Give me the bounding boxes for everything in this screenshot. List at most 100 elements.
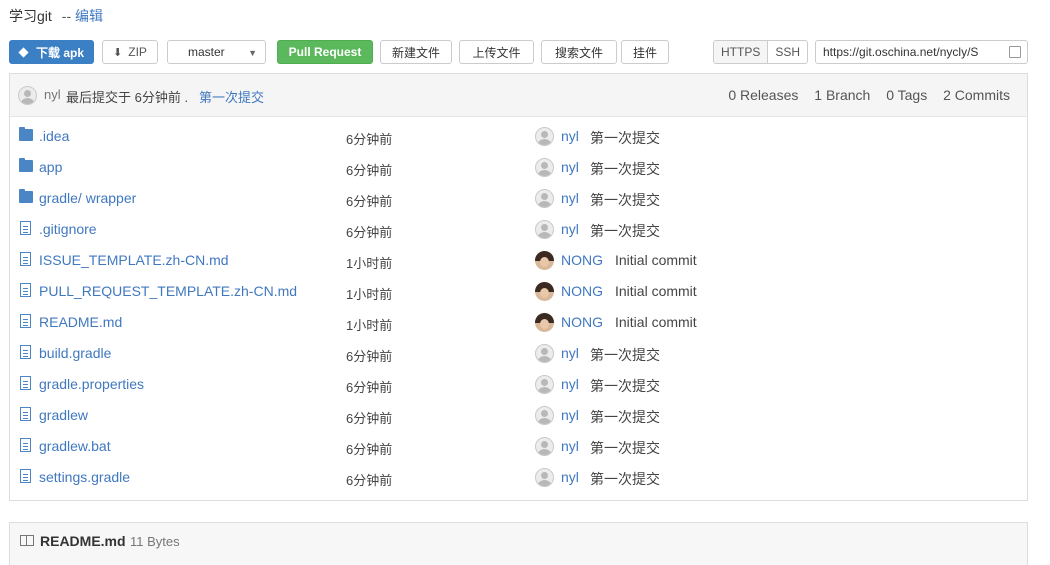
file-commit-message: 第一次提交 — [590, 161, 660, 177]
file-name-link[interactable]: PULL_REQUEST_TEMPLATE.zh-CN.md — [39, 283, 297, 299]
avatar — [535, 468, 554, 487]
readme-size: 11 Bytes — [130, 534, 180, 549]
commit-message-link[interactable]: 第一次提交 — [199, 87, 264, 106]
folder-icon — [19, 158, 33, 172]
file-time: 6分钟前 — [346, 380, 393, 395]
search-file-button[interactable]: 搜索文件 — [541, 40, 617, 64]
avatar — [535, 282, 554, 301]
file-author-link[interactable]: nyl — [561, 345, 579, 361]
file-name-link[interactable]: README.md — [39, 314, 122, 330]
package-icon — [18, 46, 29, 58]
file-author-link[interactable]: NONG — [561, 252, 603, 268]
repo-toolbar: 下载 apk ⬇ ZIP master ▼ Pull Request 新建文件 … — [9, 40, 1029, 66]
file-name-link[interactable]: .idea — [39, 128, 69, 144]
new-file-button[interactable]: 新建文件 — [380, 40, 452, 64]
ssh-tab[interactable]: SSH — [767, 41, 808, 63]
download-zip-button[interactable]: ⬇ ZIP — [102, 40, 158, 64]
copy-icon[interactable] — [1006, 43, 1021, 58]
file-name-link[interactable]: settings.gradle — [39, 469, 130, 485]
file-name-link[interactable]: gradle/ wrapper — [39, 190, 136, 206]
file-icon — [20, 314, 31, 328]
file-author-link[interactable]: nyl — [561, 469, 579, 485]
file-name-sub: wrapper — [85, 190, 137, 206]
download-apk-label: 下载 apk — [35, 45, 84, 60]
https-tab[interactable]: HTTPS — [714, 41, 768, 63]
file-commit-message: 第一次提交 — [590, 192, 660, 208]
file-name: build.gradle — [39, 345, 112, 361]
clone-url-field[interactable]: https://git.oschina.net/nycly/S — [815, 40, 1028, 64]
folder-icon — [19, 127, 33, 141]
latest-commit-bar: nyl 最后提交于 6分钟前 . 第一次提交 0 Releases 1 Bran… — [10, 74, 1027, 117]
tags-link[interactable]: 0 Tags — [886, 87, 927, 103]
avatar — [535, 313, 554, 332]
avatar — [535, 344, 554, 363]
file-name-link[interactable]: app — [39, 159, 62, 175]
table-row: .gitignore 6分钟前 nyl 第一次提交 — [10, 214, 1027, 245]
file-author-link[interactable]: nyl — [561, 221, 579, 237]
file-author-link[interactable]: nyl — [561, 128, 579, 144]
file-author-link[interactable]: nyl — [561, 438, 579, 454]
commit-time-text: 最后提交于 6分钟前 . — [66, 90, 189, 105]
commits-link[interactable]: 2 Commits — [943, 87, 1010, 103]
file-commit-message: 第一次提交 — [590, 347, 660, 363]
upload-file-button[interactable]: 上传文件 — [459, 40, 534, 64]
folder-icon — [19, 189, 33, 203]
file-name-link[interactable]: ISSUE_TEMPLATE.zh-CN.md — [39, 252, 229, 268]
file-commit-message: Initial commit — [615, 283, 697, 299]
file-name-link[interactable]: build.gradle — [39, 345, 111, 361]
file-author-link[interactable]: NONG — [561, 283, 603, 299]
file-name-link[interactable]: gradlew — [39, 407, 88, 423]
pull-request-button[interactable]: Pull Request — [277, 40, 373, 64]
file-name-link[interactable]: .gitignore — [39, 221, 97, 237]
avatar — [535, 437, 554, 456]
table-row: ISSUE_TEMPLATE.zh-CN.md 1小时前 NONG Initial c… — [10, 245, 1027, 276]
file-time: 6分钟前 — [346, 225, 393, 240]
clone-protocol-toggle: HTTPS SSH — [713, 40, 809, 64]
file-author-link[interactable]: nyl — [561, 190, 579, 206]
commit-author[interactable]: nyl — [44, 87, 61, 102]
readme-header: README.md 11 Bytes — [9, 522, 1028, 565]
file-name-link[interactable]: gradle.properties — [39, 376, 144, 392]
edit-link[interactable]: 编辑 — [75, 8, 103, 24]
branch-label: master — [188, 45, 225, 59]
file-name-link[interactable]: gradlew.bat — [39, 438, 111, 454]
file-author-link[interactable]: nyl — [561, 376, 579, 392]
clone-url-text: https://git.oschina.net/nycly/S — [823, 45, 979, 59]
file-author-link[interactable]: nyl — [561, 407, 579, 423]
file-name: gradle/ — [39, 190, 82, 206]
file-commit-message: 第一次提交 — [590, 440, 660, 456]
plugin-button[interactable]: 挂件 — [621, 40, 669, 64]
file-name: .idea — [39, 128, 70, 144]
avatar — [535, 375, 554, 394]
book-icon — [20, 535, 34, 546]
file-commit-message: 第一次提交 — [590, 378, 660, 394]
file-browser-panel: nyl 最后提交于 6分钟前 . 第一次提交 0 Releases 1 Bran… — [9, 73, 1028, 501]
avatar — [535, 220, 554, 239]
download-apk-button[interactable]: 下载 apk — [9, 40, 94, 64]
file-icon — [20, 283, 31, 297]
avatar — [535, 189, 554, 208]
file-name: gradle.properties — [39, 376, 145, 392]
file-author-link[interactable]: NONG — [561, 314, 603, 330]
table-row: README.md 1小时前 NONG Initial commit — [10, 307, 1027, 338]
branch-select[interactable]: master ▼ — [167, 40, 266, 64]
file-icon — [20, 376, 31, 390]
repo-title: 学习git — [9, 8, 52, 24]
file-name: .gitignore — [39, 221, 97, 237]
readme-filename[interactable]: README.md — [40, 533, 126, 549]
file-author-link[interactable]: nyl — [561, 159, 579, 175]
file-commit-message: Initial commit — [615, 314, 697, 330]
file-name: settings.gradle — [39, 469, 131, 485]
table-row: gradlew 6分钟前 nyl 第一次提交 — [10, 400, 1027, 431]
file-icon — [20, 469, 31, 483]
branch-count-link[interactable]: 1 Branch — [814, 87, 870, 103]
file-commit-message: 第一次提交 — [590, 471, 660, 487]
file-time: 6分钟前 — [346, 442, 393, 457]
file-time: 6分钟前 — [346, 163, 393, 178]
file-icon — [20, 252, 31, 266]
avatar — [535, 127, 554, 146]
file-name: gradlew — [39, 407, 89, 423]
chevron-down-icon: ▼ — [248, 48, 257, 58]
releases-link[interactable]: 0 Releases — [728, 87, 798, 103]
file-time: 1小时前 — [346, 318, 393, 333]
